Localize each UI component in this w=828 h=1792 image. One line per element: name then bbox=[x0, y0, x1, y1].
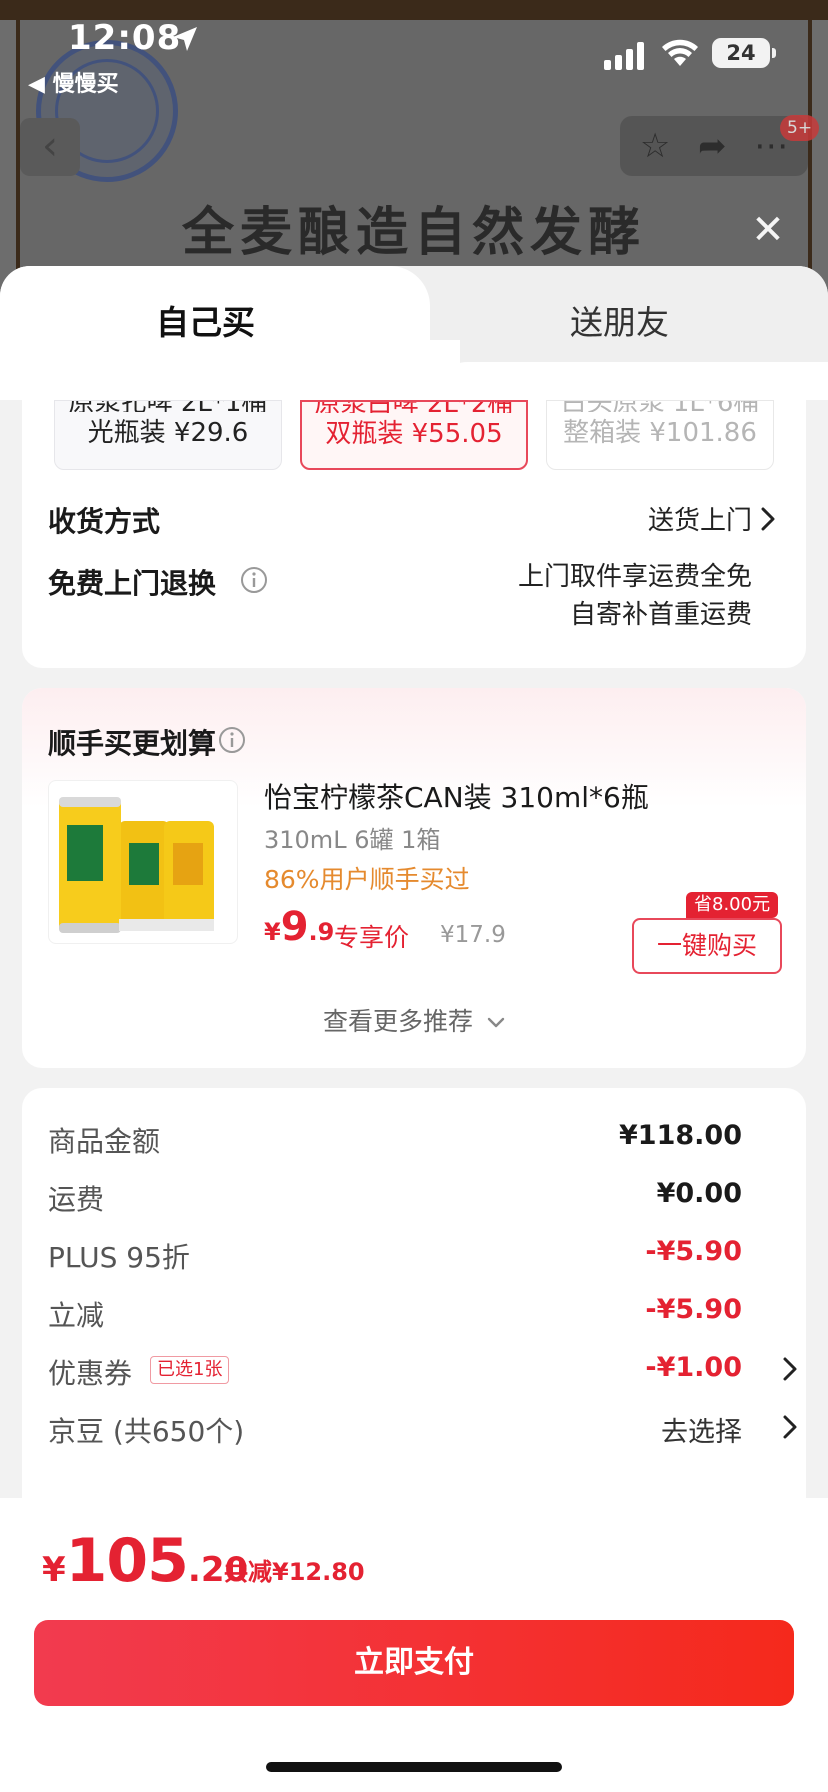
tab-send-friend-label: 送朋友 bbox=[570, 303, 669, 342]
jingdou-label: 京豆 (共650个) bbox=[48, 1415, 245, 1448]
wifi-icon bbox=[662, 39, 698, 66]
summary-row-jingdou[interactable]: 京豆 (共650个) 去选择 bbox=[22, 1402, 806, 1452]
product-buyers-rate: 86%用户顺手买过 bbox=[264, 865, 470, 894]
tab-buy-self[interactable]: 自己买 bbox=[0, 266, 460, 400]
product-image[interactable] bbox=[48, 780, 238, 944]
package-option-1[interactable]: 原浆扎啤 2L*1桶 光瓶装 ¥29.6 bbox=[54, 400, 282, 470]
price-symbol: ¥ bbox=[264, 918, 281, 946]
shipping-fee-label: 运费 bbox=[48, 1183, 105, 1216]
chevron-right-icon[interactable] bbox=[782, 1356, 798, 1382]
package-option-3[interactable]: 白头原浆 1L*6桶 整箱装 ¥101.86 bbox=[546, 400, 774, 470]
jingdou-choose: 去选择 bbox=[661, 1417, 742, 1448]
total-integer: 105 bbox=[65, 1526, 189, 1596]
battery-icon: 24 bbox=[712, 38, 776, 68]
package-option-2-selected[interactable]: 原浆白啤 2L*2桶 双瓶装 ¥55.05 bbox=[300, 400, 528, 470]
payment-bar: ¥105.20 共减¥12.80 立即支付 bbox=[0, 1498, 828, 1792]
free-return-line2: 自寄补首重运费 bbox=[569, 600, 752, 630]
shipping-fee-value: ¥0.00 bbox=[656, 1178, 742, 1209]
info-icon[interactable] bbox=[240, 566, 268, 594]
instant-discount-label: 立减 bbox=[48, 1299, 105, 1332]
tab-send-friend-bg bbox=[430, 362, 828, 400]
total-symbol: ¥ bbox=[42, 1550, 66, 1590]
back-arrow-icon: ‹ bbox=[20, 118, 80, 176]
original-price: ¥17.9 bbox=[440, 922, 506, 948]
summary-row-goods: 商品金额 ¥118.00 bbox=[22, 1112, 806, 1162]
chevron-right-icon[interactable] bbox=[782, 1414, 798, 1440]
cellular-signal-icon bbox=[604, 42, 644, 70]
star-icon: ☆ bbox=[639, 126, 671, 166]
more-recommendations-link[interactable]: 查看更多推荐 bbox=[22, 1002, 806, 1038]
pay-now-button[interactable]: 立即支付 bbox=[34, 1620, 794, 1706]
delivery-method-label: 收货方式 bbox=[48, 505, 161, 538]
exclusive-price-label: 专享价 bbox=[334, 923, 410, 952]
info-icon[interactable] bbox=[218, 726, 246, 754]
price-integer: 9 bbox=[280, 904, 309, 950]
product-price: ¥9.9 bbox=[264, 904, 334, 950]
package-option-name: 白头原浆 1L*6桶 bbox=[547, 401, 773, 412]
package-option-name: 原浆扎啤 2L*1桶 bbox=[55, 401, 281, 412]
notification-badge: 5+ bbox=[780, 115, 820, 141]
tab-buy-self-label: 自己买 bbox=[156, 303, 255, 342]
coupon-selected-tag: 已选1张 bbox=[150, 1356, 230, 1384]
more-recommendations-label: 查看更多推荐 bbox=[323, 1007, 474, 1036]
goods-amount-label: 商品金额 bbox=[48, 1125, 161, 1158]
tab-send-friend[interactable]: 送朋友 bbox=[430, 266, 828, 400]
product-spec: 310mL 6罐 1箱 bbox=[264, 826, 441, 854]
summary-row-instant: 立减 -¥5.90 bbox=[22, 1286, 806, 1336]
price-summary-card: 商品金额 ¥118.00 运费 ¥0.00 PLUS 95折 -¥5.90 立减… bbox=[22, 1088, 806, 1508]
instant-discount-value: -¥5.90 bbox=[645, 1294, 742, 1325]
coupon-label: 优惠券 bbox=[48, 1357, 133, 1390]
location-arrow-icon bbox=[173, 27, 197, 51]
lemon-tea-cans-icon bbox=[59, 797, 214, 933]
coupon-value: -¥1.00 bbox=[645, 1352, 742, 1383]
status-time: 12:08 bbox=[68, 18, 182, 58]
package-option-label: 光瓶装 ¥29.6 bbox=[87, 418, 249, 448]
recommend-title: 顺手买更划算 bbox=[48, 727, 217, 760]
product-name[interactable]: 怡宝柠檬茶CAN装 310ml*6瓶 bbox=[264, 776, 649, 816]
total-price: ¥105.20 bbox=[42, 1526, 248, 1596]
price-decimal: .9 bbox=[308, 918, 335, 946]
product-slogan: 全麦酿造自然发酵 bbox=[181, 202, 646, 263]
purchase-mode-tabs: 送朋友 自己买 bbox=[0, 266, 828, 400]
share-icon: ➦ bbox=[697, 126, 727, 166]
chevron-down-icon bbox=[487, 1017, 505, 1028]
home-indicator bbox=[266, 1762, 562, 1772]
chevron-right-icon[interactable] bbox=[760, 506, 776, 532]
package-option-label: 双瓶装 ¥55.05 bbox=[325, 419, 503, 449]
delivery-method-value[interactable]: 送货上门 bbox=[648, 500, 752, 537]
free-return-line1: 上门取件享运费全免 bbox=[517, 562, 752, 592]
shipping-card: 原浆扎啤 2L*1桶 光瓶装 ¥29.6 原浆白啤 2L*2桶 双瓶装 ¥55.… bbox=[22, 400, 806, 668]
plus-discount-label: PLUS 95折 bbox=[48, 1241, 190, 1274]
back-to-app-link[interactable]: ◀ 慢慢买 bbox=[28, 66, 119, 98]
summary-row-shipping: 运费 ¥0.00 bbox=[22, 1170, 806, 1220]
free-return-label: 免费上门退换 bbox=[48, 567, 217, 600]
status-bar: 12:08 ◀ 慢慢买 24 bbox=[0, 0, 828, 100]
plus-discount-value: -¥5.90 bbox=[645, 1236, 742, 1267]
recommendation-card: 顺手买更划算 怡宝柠檬茶CAN装 310ml*6瓶 310mL 6罐 1箱 86… bbox=[22, 688, 806, 1068]
one-click-buy-button[interactable]: 一键购买 bbox=[632, 918, 782, 974]
package-option-name: 原浆白啤 2L*2桶 bbox=[302, 402, 526, 413]
package-option-label: 整箱装 ¥101.86 bbox=[563, 418, 757, 448]
save-amount-badge: 省8.00元 bbox=[686, 892, 779, 918]
summary-row-plus: PLUS 95折 -¥5.90 bbox=[22, 1228, 806, 1278]
goods-amount-value: ¥118.00 bbox=[619, 1120, 742, 1151]
close-icon[interactable]: ✕ bbox=[748, 210, 788, 250]
total-saved: 共减¥12.80 bbox=[224, 1558, 365, 1586]
summary-row-coupon[interactable]: 优惠券 已选1张 -¥1.00 bbox=[22, 1344, 806, 1394]
